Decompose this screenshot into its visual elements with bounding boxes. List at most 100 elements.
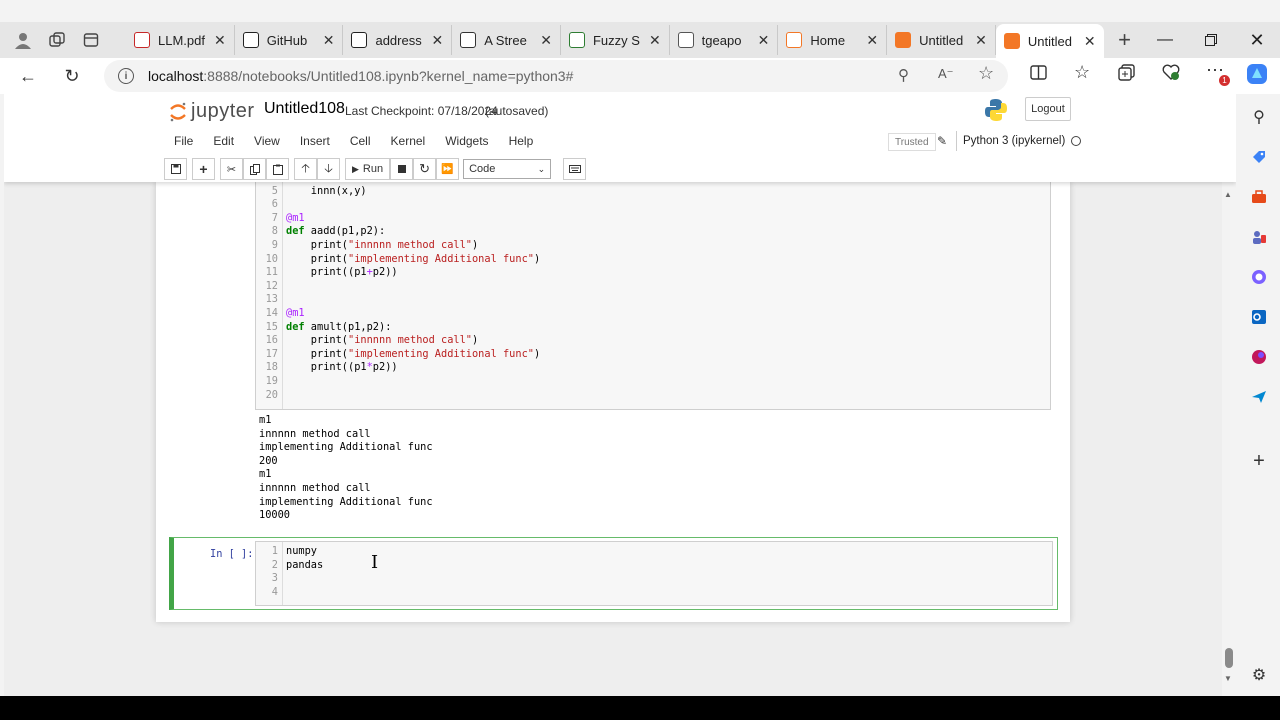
kernel-indicator[interactable]: Python 3 (ipykernel) bbox=[956, 131, 1082, 151]
browser-essentials-icon[interactable] bbox=[1162, 64, 1180, 86]
scroll-down-arrow-icon[interactable]: ▼ bbox=[1224, 674, 1232, 683]
notebook-icon bbox=[895, 32, 912, 48]
games-icon[interactable] bbox=[1248, 226, 1270, 248]
menu-insert[interactable]: Insert bbox=[290, 134, 340, 148]
profile-icon[interactable] bbox=[6, 23, 40, 57]
navigation-bar: ← ↻ i localhost:8888/notebooks/Untitled1… bbox=[0, 58, 1280, 94]
tab-2[interactable]: GitHub ✕ bbox=[235, 25, 344, 55]
save-button[interactable] bbox=[164, 158, 187, 180]
tab-close-icon[interactable]: ✕ bbox=[214, 32, 226, 49]
close-window-button[interactable]: ✕ bbox=[1234, 22, 1280, 58]
menu-view[interactable]: View bbox=[244, 134, 290, 148]
tab-close-icon[interactable]: ✕ bbox=[649, 32, 661, 49]
send-icon[interactable] bbox=[1248, 386, 1270, 408]
workspaces-icon[interactable] bbox=[40, 23, 74, 57]
tab-6[interactable]: tgeapo ✕ bbox=[670, 25, 779, 55]
copilot-icon[interactable] bbox=[1246, 63, 1268, 90]
insert-cell-button[interactable]: + bbox=[192, 158, 215, 180]
letterbox-bar bbox=[0, 696, 1280, 720]
tab-7[interactable]: Home ✕ bbox=[778, 25, 888, 55]
minimize-button[interactable]: — bbox=[1142, 22, 1188, 58]
shopping-tag-icon[interactable] bbox=[1248, 146, 1270, 168]
collections-icon[interactable] bbox=[1118, 64, 1135, 86]
tab-5[interactable]: Fuzzy S ✕ bbox=[561, 25, 670, 55]
new-tab-icon[interactable]: + bbox=[1108, 23, 1142, 57]
tab-3[interactable]: address ✕ bbox=[343, 25, 453, 55]
vertical-scrollbar[interactable]: ▲ ▼ bbox=[1222, 182, 1236, 696]
copy-button[interactable] bbox=[243, 158, 266, 180]
edit-pencil-icon[interactable]: ✎ bbox=[937, 134, 947, 148]
site-info-icon[interactable]: i bbox=[118, 68, 134, 84]
tab-close-icon[interactable]: ✕ bbox=[431, 32, 443, 49]
notebook-title[interactable]: Untitled108 bbox=[264, 100, 345, 118]
tab-close-icon[interactable]: ✕ bbox=[323, 32, 335, 49]
scrollbar-thumb[interactable] bbox=[1225, 648, 1233, 668]
menu-kernel[interactable]: Kernel bbox=[381, 134, 436, 148]
zoom-icon[interactable]: ⚲ bbox=[898, 66, 909, 84]
active-cell-editor[interactable]: 1 numpy 2 pandas 3 4 bbox=[255, 541, 1053, 606]
text-cursor-icon: I bbox=[371, 552, 379, 573]
interrupt-button[interactable] bbox=[390, 158, 414, 180]
line-number: 15 bbox=[265, 320, 278, 333]
tab-close-icon[interactable]: ✕ bbox=[866, 32, 878, 49]
split-screen-icon[interactable] bbox=[1030, 64, 1047, 86]
line-number: 7 bbox=[271, 211, 278, 224]
favorites-icon[interactable]: ☆ bbox=[1074, 62, 1090, 83]
move-down-button[interactable]: 🡣 bbox=[317, 158, 340, 180]
line-number: 20 bbox=[265, 388, 278, 401]
read-aloud-icon[interactable]: A⁻ bbox=[938, 66, 954, 82]
line-number: 3 bbox=[271, 572, 278, 585]
code-line: print("implementing Additional func") bbox=[286, 347, 541, 360]
move-up-button[interactable]: 🡡 bbox=[294, 158, 317, 180]
code-line: print("innnnn method call") bbox=[286, 334, 479, 347]
tab-1[interactable]: LLM.pdf ✕ bbox=[126, 25, 235, 55]
add-sidebar-item-icon[interactable]: + bbox=[1248, 450, 1270, 472]
tab-label: tgeapo bbox=[701, 32, 742, 48]
reload-button[interactable]: ↻ bbox=[52, 60, 92, 92]
restore-button[interactable] bbox=[1188, 22, 1234, 58]
code-cell-editor[interactable]: 4 y=1005 innn(x,y)67@m18def aadd(p1,p2):… bbox=[255, 171, 1051, 410]
trusted-indicator[interactable]: Trusted bbox=[888, 133, 936, 151]
paste-button[interactable] bbox=[266, 158, 289, 180]
cell-output: m1 innnnn method call implementing Additio… bbox=[259, 414, 433, 523]
outlook-icon[interactable] bbox=[1248, 306, 1270, 328]
tab-4[interactable]: A Stree ✕ bbox=[452, 25, 561, 55]
menu-widgets[interactable]: Widgets bbox=[435, 134, 498, 148]
run-button[interactable]: ▶ Run bbox=[345, 158, 391, 180]
sidebar-settings-icon[interactable]: ⚙ bbox=[1248, 664, 1270, 686]
edge-sidebar: ⚲ + ⚙ bbox=[1238, 94, 1280, 696]
search-icon[interactable]: ⚲ bbox=[1248, 106, 1270, 128]
command-palette-button[interactable] bbox=[563, 158, 587, 180]
tab-label: GitHub bbox=[266, 32, 308, 48]
tab-8[interactable]: Untitled ✕ bbox=[887, 25, 996, 55]
page-viewport: jupyter Untitled108 Last Checkpoint: 07/… bbox=[4, 94, 1236, 696]
output-line: innnnn method call bbox=[259, 427, 371, 440]
active-code-cell[interactable]: In [ ]: 1 numpy 2 pandas 3 4 bbox=[169, 537, 1058, 610]
restart-button[interactable]: ↻ bbox=[413, 158, 437, 180]
tab-close-icon[interactable]: ✕ bbox=[540, 32, 552, 49]
logout-button[interactable]: Logout bbox=[1025, 97, 1071, 121]
line-number: 18 bbox=[265, 361, 278, 374]
restart-run-all-button[interactable]: ⏩ bbox=[436, 158, 460, 180]
code-line: print((p1*p2)) bbox=[286, 361, 398, 374]
back-button[interactable]: ← bbox=[8, 60, 48, 92]
microsoft-365-icon[interactable] bbox=[1248, 266, 1270, 288]
tab-close-icon[interactable]: ✕ bbox=[1084, 33, 1096, 50]
designer-icon[interactable] bbox=[1248, 346, 1270, 368]
menu-edit[interactable]: Edit bbox=[203, 134, 244, 148]
address-bar[interactable]: i localhost:8888/notebooks/Untitled108.i… bbox=[104, 60, 1008, 92]
tools-icon[interactable] bbox=[1248, 186, 1270, 208]
tab-9[interactable]: Untitled ✕ bbox=[995, 24, 1104, 58]
favorite-star-icon[interactable]: ☆ bbox=[978, 63, 994, 84]
jupyter-logo[interactable]: jupyter bbox=[169, 100, 255, 123]
tab-actions-icon[interactable] bbox=[74, 23, 108, 57]
cut-button[interactable]: ✂ bbox=[220, 158, 243, 180]
tab-close-icon[interactable]: ✕ bbox=[758, 32, 770, 49]
menu-cell[interactable]: Cell bbox=[340, 134, 381, 148]
scroll-up-arrow-icon[interactable]: ▲ bbox=[1224, 190, 1232, 199]
menu-file[interactable]: File bbox=[164, 134, 203, 148]
menu-help[interactable]: Help bbox=[499, 134, 544, 148]
cell-type-select[interactable]: Code ⌄ bbox=[463, 159, 552, 179]
tab-close-icon[interactable]: ✕ bbox=[975, 32, 987, 49]
checkpoint-status: Last Checkpoint: 07/18/2024 bbox=[345, 104, 498, 118]
